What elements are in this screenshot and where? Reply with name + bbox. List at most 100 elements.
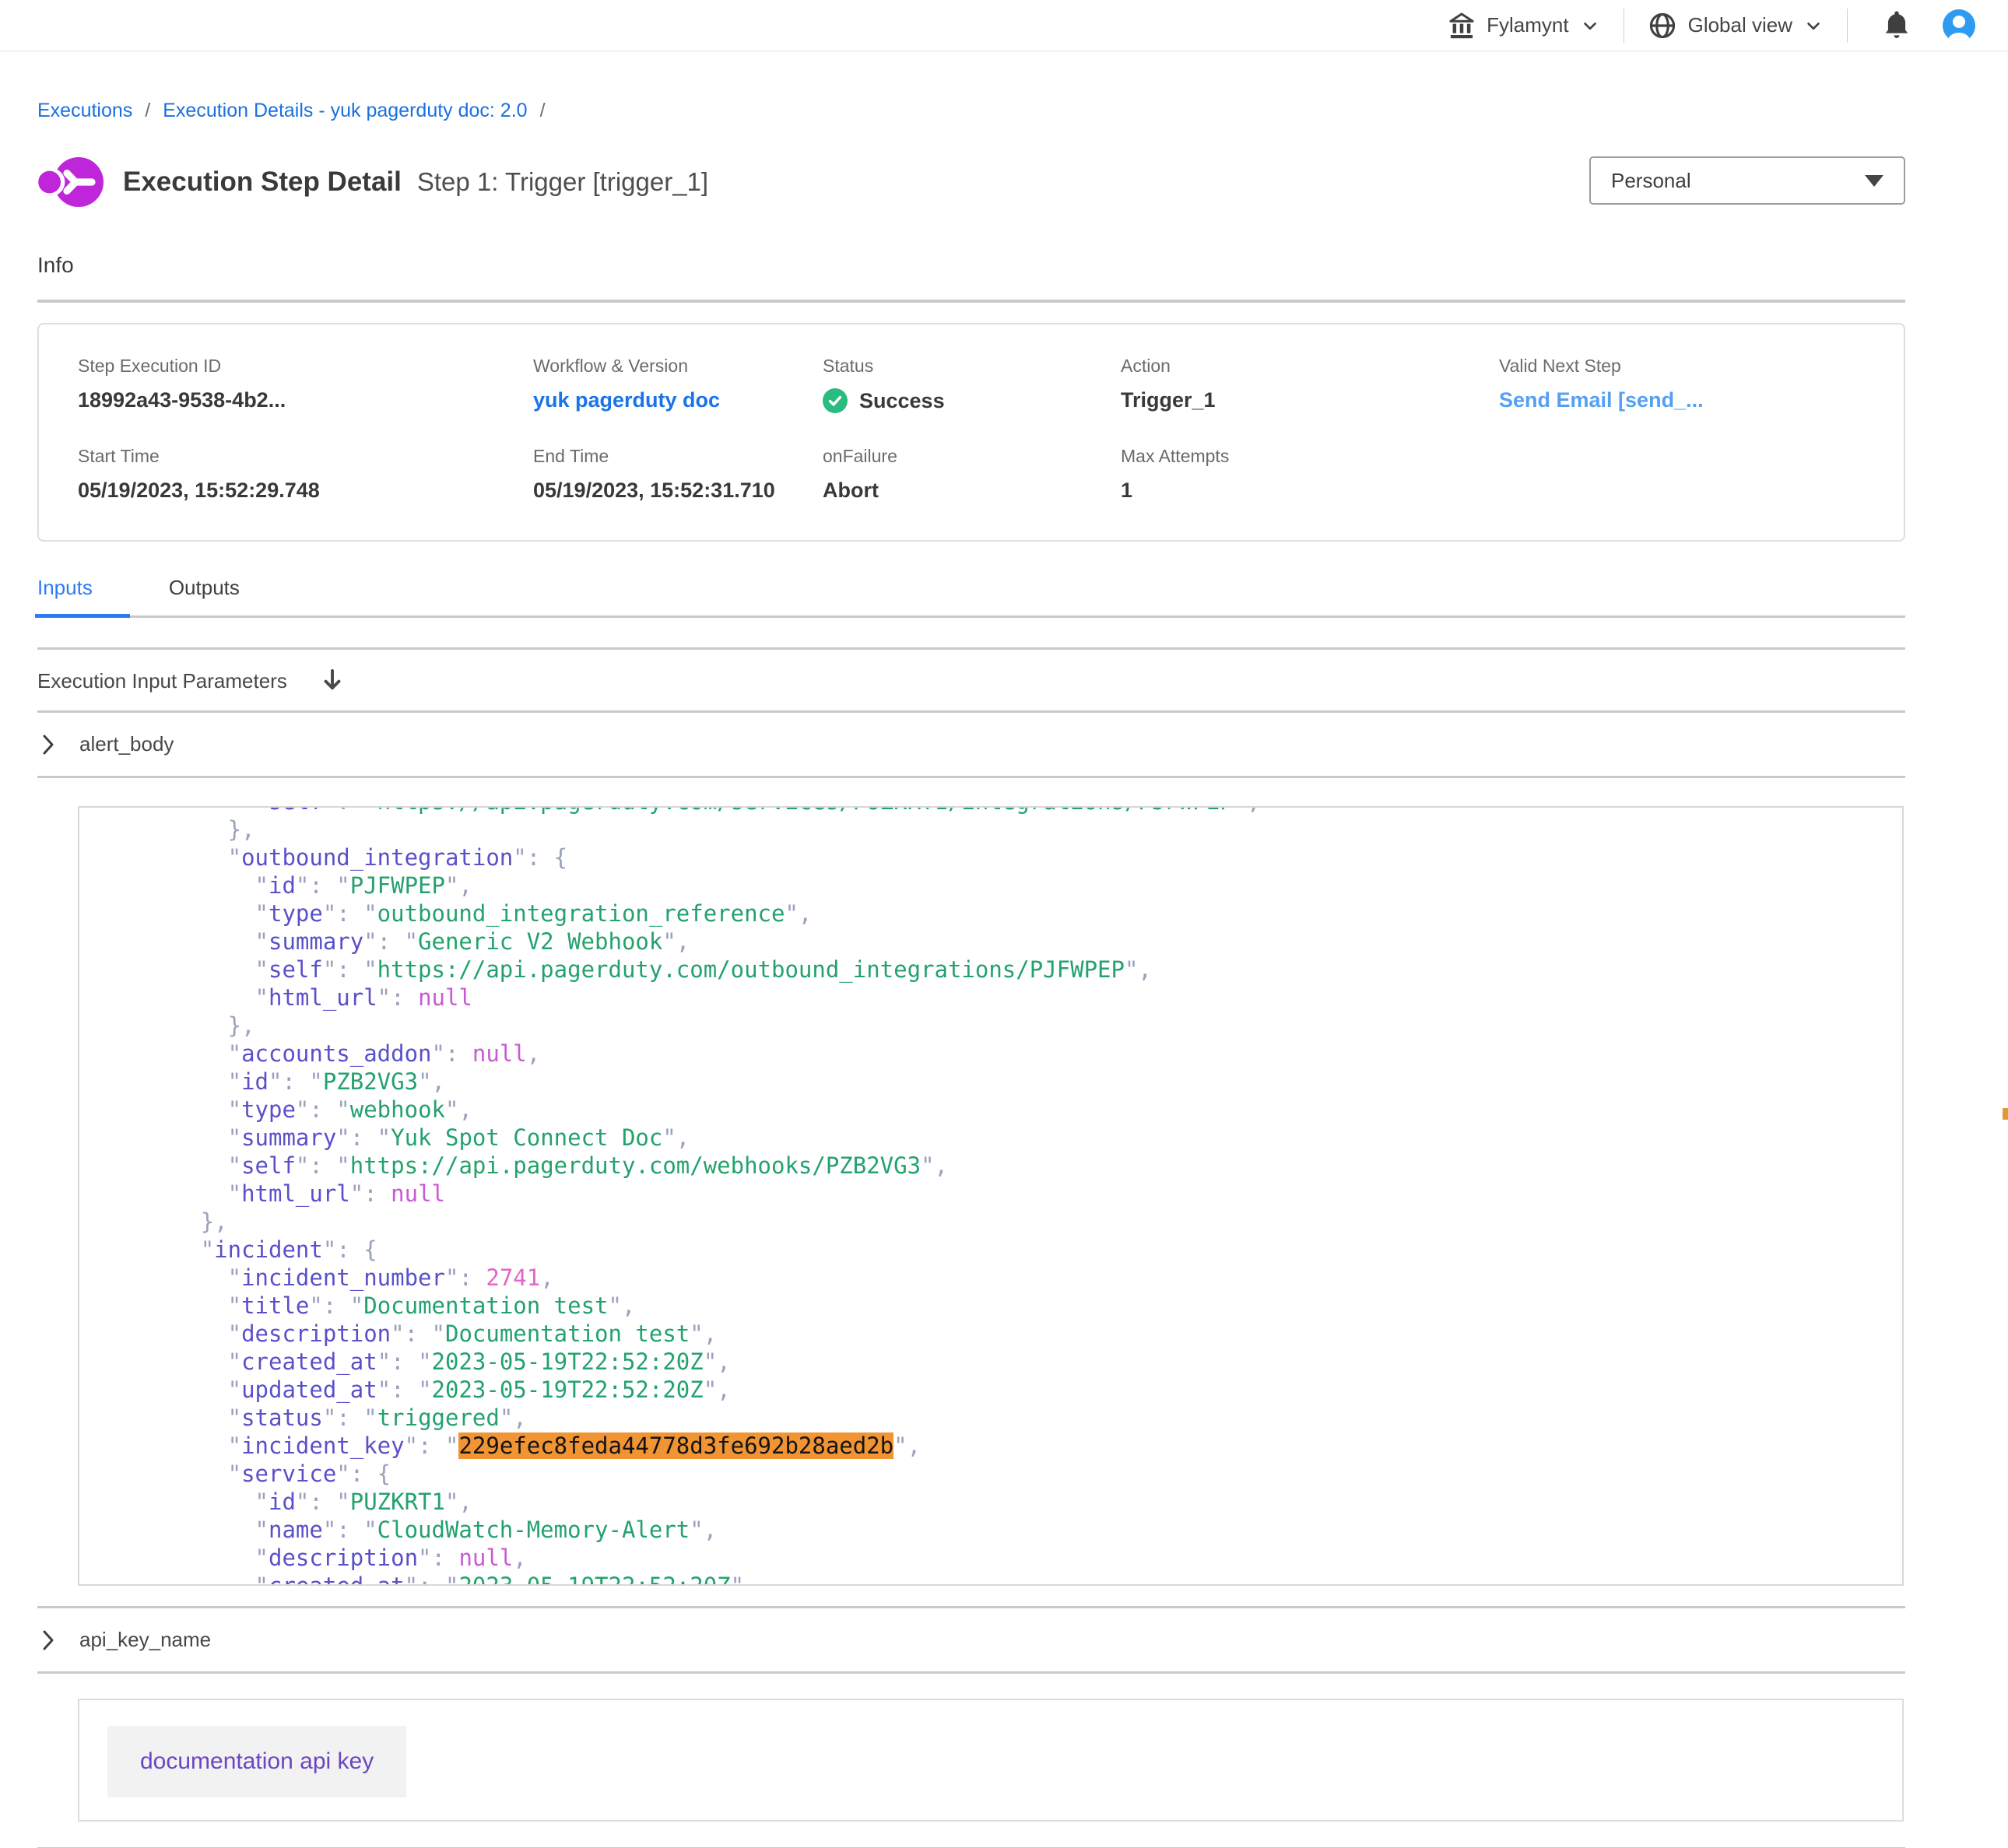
status-text: Success xyxy=(859,389,945,413)
code-line-clipped: "created_at": "2023-05-19T22:52:20Z" xyxy=(92,1572,1890,1586)
divider xyxy=(37,1671,1905,1674)
code-line: "accounts_addon": null, xyxy=(92,1040,1890,1068)
info-field-onfailure: onFailureAbort xyxy=(823,446,1121,503)
breadcrumb-separator: / xyxy=(145,100,150,122)
breadcrumb-link[interactable]: Executions xyxy=(37,100,132,122)
field-label: End Time xyxy=(533,446,823,467)
code-line: "description": "Documentation test", xyxy=(92,1320,1890,1348)
field-label: Workflow & Version xyxy=(533,356,823,377)
param-row-api-key-name[interactable]: api_key_name xyxy=(37,1608,1905,1671)
field-value: 05/19/2023, 15:52:29.748 xyxy=(78,479,533,503)
info-field-max-attempts: Max Attempts 1 xyxy=(1121,446,1499,503)
field-value: Trigger_1 xyxy=(1121,388,1499,412)
chevron-right-icon xyxy=(40,733,56,756)
code-line: "self": "https://api.pagerduty.com/webho… xyxy=(92,1152,1890,1180)
field-label: Step Execution ID xyxy=(78,356,533,377)
code-line: "self": "https://api.pagerduty.com/outbo… xyxy=(92,956,1890,984)
code-line: "incident_key": "229efec8feda44778d3fe69… xyxy=(92,1432,1890,1460)
code-line: "description": null, xyxy=(92,1544,1890,1572)
code-line: "id": "PUZKRT1", xyxy=(92,1488,1890,1516)
page-header: Execution Step Detail Step 1: Trigger [t… xyxy=(37,153,1905,211)
alert-body-json-viewer[interactable]: "self": "https://api.pagerduty.com/servi… xyxy=(78,806,1904,1586)
code-line: }, xyxy=(92,1208,1890,1236)
field-value: 1 xyxy=(1121,479,1499,503)
info-field-valid-next-step: Valid Next Step Send Email [send_... xyxy=(1499,356,1873,413)
field-label: Start Time xyxy=(78,446,533,467)
code-line: "id": "PZB2VG3", xyxy=(92,1068,1890,1096)
tab-outputs[interactable]: Outputs xyxy=(150,576,258,615)
page-subtitle: Step 1: Trigger [trigger_1] xyxy=(417,167,708,197)
code-line: "id": "PJFWPEP", xyxy=(92,871,1890,899)
field-label: Max Attempts xyxy=(1121,446,1499,467)
code-line: "html_url": null xyxy=(92,984,1890,1012)
code-line: "created_at": "2023-05-19T22:52:20Z", xyxy=(92,1348,1890,1376)
breadcrumb-separator: / xyxy=(540,100,546,122)
code-line: "html_url": null xyxy=(92,1180,1890,1208)
topbar: Fylamynt Global view xyxy=(0,0,2008,51)
chevron-down-icon xyxy=(1803,16,1824,36)
code-line: "type": "outbound_integration_reference"… xyxy=(92,899,1890,928)
info-field-action: Action Trigger_1 xyxy=(1121,356,1499,413)
params-header-label: Execution Input Parameters xyxy=(37,669,287,693)
code-line: "outbound_integration": { xyxy=(92,843,1890,871)
info-field-end-time: End Time 05/19/2023, 15:52:31.710 xyxy=(533,446,823,503)
code-line: "updated_at": "2023-05-19T22:52:20Z", xyxy=(92,1376,1890,1404)
account-menu[interactable] xyxy=(1941,8,1982,44)
scrollbar-search-match-marker[interactable] xyxy=(2003,1108,2008,1120)
status-value: Success xyxy=(823,388,1121,413)
divider xyxy=(37,776,1905,778)
code-line: "title": "Documentation test", xyxy=(92,1292,1890,1320)
param-row-alert-body[interactable]: alert_body xyxy=(37,713,1905,776)
success-check-icon xyxy=(823,388,848,413)
chevron-down-icon xyxy=(1580,16,1600,36)
bank-icon xyxy=(1448,12,1476,40)
field-value: 05/19/2023, 15:52:31.710 xyxy=(533,479,823,503)
code-line: }, xyxy=(92,1012,1890,1040)
code-line: "name": "CloudWatch-Memory-Alert", xyxy=(92,1516,1890,1544)
code-line: "summary": "Generic V2 Webhook", xyxy=(92,928,1890,956)
main-content: Executions / Execution Details - yuk pager… xyxy=(0,100,2008,1848)
field-value-link[interactable]: yuk pagerduty doc xyxy=(533,388,823,412)
breadcrumb: Executions / Execution Details - yuk pager… xyxy=(37,100,1905,122)
page-title: Execution Step Detail xyxy=(123,167,402,198)
code-line: "type": "webhook", xyxy=(92,1096,1890,1124)
field-label: Action xyxy=(1121,356,1499,377)
bell-icon xyxy=(1882,9,1911,42)
api-key-name-value-box: documentation api key xyxy=(78,1699,1904,1822)
chevron-right-icon xyxy=(40,1629,56,1652)
workflow-logo-icon xyxy=(37,156,106,208)
globe-icon xyxy=(1648,11,1677,40)
code-line: "incident": { xyxy=(92,1236,1890,1264)
execution-input-parameters-section: Execution Input Parameters alert_body "s… xyxy=(37,647,1905,1848)
breadcrumb-link[interactable]: Execution Details - yuk pagerduty doc: 2… xyxy=(163,100,527,122)
divider xyxy=(37,300,1905,303)
view-switcher[interactable]: Global view xyxy=(1624,8,1847,44)
field-label: Valid Next Step xyxy=(1499,356,1873,377)
code-line: "service": { xyxy=(92,1460,1890,1488)
info-field-workflow-version: Workflow & Version yuk pagerduty doc xyxy=(533,356,823,413)
caret-down-icon xyxy=(1865,175,1883,187)
code-line: "summary": "Yuk Spot Connect Doc", xyxy=(92,1124,1890,1152)
search-highlight: 229efec8feda44778d3fe692b28aed2b xyxy=(458,1432,893,1459)
tab-inputs[interactable]: Inputs xyxy=(37,576,130,615)
info-field-start-time: Start Time 05/19/2023, 15:52:29.748 xyxy=(78,446,533,503)
scope-select-value: Personal xyxy=(1611,169,1691,193)
download-arrow-icon[interactable] xyxy=(320,668,345,694)
info-field-step-execution-id: Step Execution ID 18992a43-9538-4b2... xyxy=(78,356,533,413)
field-value-link[interactable]: Send Email [send_... xyxy=(1499,388,1873,412)
tab-bar: Inputs Outputs xyxy=(37,576,1905,618)
avatar-icon xyxy=(1941,8,1977,44)
params-header-row: Execution Input Parameters xyxy=(37,650,1905,710)
api-key-name-chip[interactable]: documentation api key xyxy=(107,1726,406,1797)
info-card: Step Execution ID 18992a43-9538-4b2...Wor… xyxy=(37,323,1905,542)
code-line: "status": "triggered", xyxy=(92,1404,1890,1432)
field-value: 18992a43-9538-4b2... xyxy=(78,388,533,412)
org-name: Fylamynt xyxy=(1487,13,1568,37)
scope-select[interactable]: Personal xyxy=(1589,156,1905,205)
param-label: alert_body xyxy=(79,732,174,756)
code-line-clipped: "self": "https://api.pagerduty.com/servi… xyxy=(92,806,1890,815)
param-label: api_key_name xyxy=(79,1628,211,1652)
notifications-button[interactable] xyxy=(1848,9,1941,42)
org-switcher[interactable]: Fylamynt xyxy=(1424,8,1623,44)
field-label: onFailure xyxy=(823,446,1121,467)
